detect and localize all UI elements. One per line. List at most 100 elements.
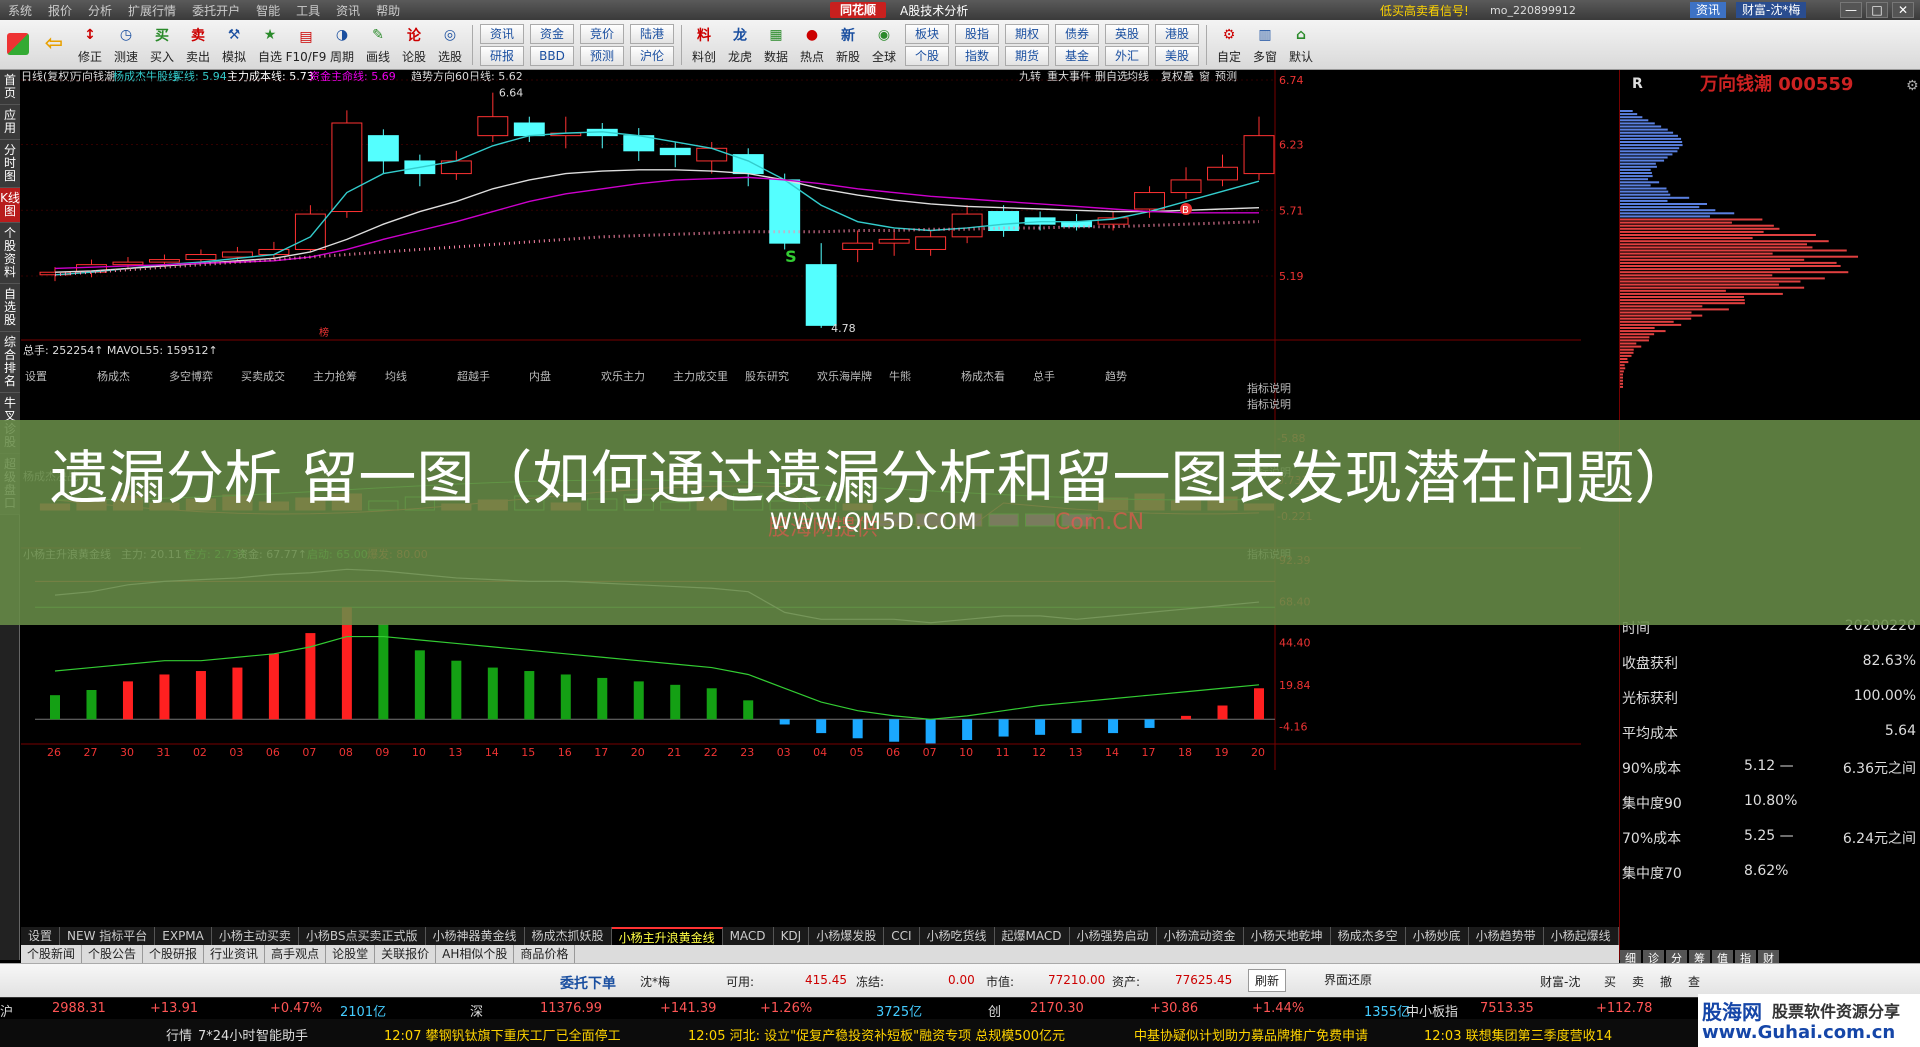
toolbar-small-button[interactable]: 个股 bbox=[905, 45, 949, 66]
menu-system[interactable]: 系统 bbox=[0, 2, 40, 19]
account-select[interactable]: 财富-沈*梅 bbox=[1736, 2, 1807, 18]
info-tab-8[interactable]: 商品价格 bbox=[514, 945, 576, 963]
left-tab-1[interactable]: 应用 bbox=[0, 105, 20, 140]
mid-tab-7[interactable]: 内盘 bbox=[529, 369, 551, 383]
toolbar-button-1[interactable]: ▥ 多窗 bbox=[1247, 22, 1283, 68]
toolbar-small-button[interactable]: 期货 bbox=[1005, 45, 1049, 66]
mid-tab-12[interactable]: 牛熊 bbox=[889, 369, 911, 383]
toolbar-small-button[interactable]: 指数 bbox=[955, 45, 999, 66]
menu-quote[interactable]: 报价 bbox=[40, 2, 80, 19]
left-tab-4[interactable]: 个股资料 bbox=[0, 223, 20, 284]
indicator-tab-3[interactable]: 小杨主动买卖 bbox=[212, 927, 299, 945]
toolbar-button-2[interactable]: ⌂ 默认 bbox=[1283, 22, 1319, 68]
toolbar-small-button[interactable]: 美股 bbox=[1155, 45, 1199, 66]
indicator-tab-11[interactable]: CCI bbox=[884, 927, 920, 945]
mid-tab-4[interactable]: 主力抢筹 bbox=[313, 369, 357, 383]
mid-tab-3[interactable]: 买卖成交 bbox=[241, 369, 285, 383]
toolbar-button-0[interactable]: ⚙ 自定 bbox=[1211, 22, 1247, 68]
chart-tool-button-2[interactable]: 删自选 bbox=[1095, 70, 1128, 83]
info-tab-4[interactable]: 高手观点 bbox=[265, 945, 327, 963]
mid-tab-10[interactable]: 股东研究 bbox=[745, 369, 789, 383]
chart-tool-button-1[interactable]: 重大事件 bbox=[1047, 69, 1091, 83]
toolbar-small-button[interactable]: 期权 bbox=[1005, 23, 1049, 44]
mid-tab-13[interactable]: 杨成杰看 bbox=[961, 369, 1005, 383]
indicator-tab-17[interactable]: 杨成杰多空 bbox=[1331, 927, 1406, 945]
toolbar-button-2[interactable]: 买买入 bbox=[144, 22, 180, 68]
indicator-tab-15[interactable]: 小杨流动资金 bbox=[1157, 927, 1244, 945]
toolbar-button-0[interactable]: ↕ 修正 bbox=[72, 22, 108, 68]
news-item[interactable]: 12:03 联想集团第三季度营收14 bbox=[1424, 1025, 1612, 1044]
toolbar-button-1[interactable]: 龙龙虎 bbox=[722, 22, 758, 68]
info-tab-7[interactable]: AH相似个股 bbox=[436, 945, 515, 963]
menu-trade[interactable]: 委托开户 bbox=[184, 2, 248, 19]
mid-tab-5[interactable]: 均线 bbox=[385, 369, 407, 383]
indicator-tab-10[interactable]: 小杨爆发股 bbox=[809, 927, 885, 945]
chart-tool-button-7[interactable]: 预测 bbox=[1215, 70, 1237, 83]
toolbar-small-button[interactable]: 研报 bbox=[480, 45, 524, 66]
news-item[interactable]: 中基协疑似计划助力募品牌推广免费申请 bbox=[1134, 1025, 1368, 1044]
mid-tab-6[interactable]: 超越手 bbox=[457, 369, 490, 383]
query-button[interactable]: 查 bbox=[1688, 973, 1700, 990]
toolbar-button-2[interactable]: ▦ 数据 bbox=[758, 22, 794, 68]
menu-tools[interactable]: 工具 bbox=[288, 2, 328, 19]
chart-tool-button-0[interactable]: 九转 bbox=[1019, 69, 1041, 83]
menu-ext[interactable]: 扩展行情 bbox=[120, 2, 184, 19]
username[interactable]: mo_220899912 bbox=[1490, 4, 1576, 17]
toolbar-small-button[interactable]: 陆港 bbox=[630, 23, 674, 44]
toolbar-small-button[interactable]: 外汇 bbox=[1105, 45, 1149, 66]
indicator-tab-18[interactable]: 小杨妙底 bbox=[1406, 927, 1469, 945]
mid-tab-14[interactable]: 总手 bbox=[1033, 369, 1055, 383]
news-item[interactable]: 12:07 攀钢钒钛旗下重庆工厂已全面停工 bbox=[384, 1025, 621, 1044]
left-tab-5[interactable]: 自选股 bbox=[0, 284, 20, 332]
indicator-tab-6[interactable]: 杨成杰抓妖股 bbox=[525, 927, 612, 945]
toolbar-small-button[interactable]: 沪伦 bbox=[630, 45, 674, 66]
menu-news[interactable]: 资讯 bbox=[328, 2, 368, 19]
info-tab-2[interactable]: 个股研报 bbox=[143, 945, 205, 963]
news-tab-assistant[interactable]: 智能助手 bbox=[256, 1025, 308, 1044]
chart-tool-button-5[interactable]: 叠 bbox=[1183, 70, 1194, 83]
toolbar-small-button[interactable]: 资讯 bbox=[480, 23, 524, 44]
close-button[interactable]: ✕ bbox=[1892, 2, 1914, 18]
menu-help[interactable]: 帮助 bbox=[368, 2, 408, 19]
toolbar-button-7[interactable]: ◑ 周期 bbox=[324, 22, 360, 68]
layout-button[interactable] bbox=[0, 22, 36, 68]
info-tab-0[interactable]: 个股新闻 bbox=[21, 945, 83, 963]
left-tab-2[interactable]: 分时图 bbox=[0, 140, 20, 188]
toolbar-button-4[interactable]: 新新股 bbox=[830, 22, 866, 68]
left-tab-6[interactable]: 综合排名 bbox=[0, 332, 20, 393]
toolbar-button-8[interactable]: ✎ 画线 bbox=[360, 22, 396, 68]
ad-link[interactable]: 低买高卖看信号! bbox=[1380, 2, 1469, 19]
indicator-tab-14[interactable]: 小杨强势启动 bbox=[1070, 927, 1157, 945]
menu-smart[interactable]: 智能 bbox=[248, 2, 288, 19]
mid-tab-1[interactable]: 杨成杰 bbox=[97, 369, 130, 383]
mid-tab-2[interactable]: 多空博弈 bbox=[169, 369, 213, 383]
indicator-help-link[interactable]: 指标说明 bbox=[1247, 397, 1291, 411]
chart-tool-button-3[interactable]: 均线 bbox=[1127, 69, 1149, 83]
chart-tool-button-4[interactable]: 复权 bbox=[1161, 69, 1183, 83]
toolbar-button-6[interactable]: ▤ F10/F9 bbox=[286, 22, 327, 68]
indicator-tab-13[interactable]: 起爆MACD bbox=[995, 927, 1070, 945]
indicator-tab-4[interactable]: 小杨BS点买卖正式版 bbox=[299, 927, 426, 945]
toolbar-small-button[interactable]: 英股 bbox=[1105, 23, 1149, 44]
info-tab-1[interactable]: 个股公告 bbox=[82, 945, 144, 963]
toolbar-small-button[interactable]: 基金 bbox=[1055, 45, 1099, 66]
order-title[interactable]: 委托下单 bbox=[560, 973, 616, 993]
indicator-tab-0[interactable]: 设置 bbox=[21, 927, 61, 945]
toolbar-button-3[interactable]: ● 热点 bbox=[794, 22, 830, 68]
mid-tab-0[interactable]: 设置 bbox=[25, 370, 47, 383]
toolbar-small-button[interactable]: 预测 bbox=[580, 45, 624, 66]
toolbar-button-5[interactable]: ★ 自选 bbox=[252, 22, 288, 68]
indicator-tab-5[interactable]: 小杨神器黄金线 bbox=[426, 927, 525, 945]
toolbar-small-button[interactable]: 债券 bbox=[1055, 23, 1099, 44]
toolbar-button-10[interactable]: ◎ 选股 bbox=[432, 22, 468, 68]
info-tab-5[interactable]: 论股堂 bbox=[326, 945, 376, 963]
toolbar-button-4[interactable]: ⚒ 模拟 bbox=[216, 22, 252, 68]
menu-analysis[interactable]: 分析 bbox=[80, 2, 120, 19]
restore-button[interactable]: 界面还原 bbox=[1318, 969, 1378, 990]
toolbar-button-3[interactable]: 卖卖出 bbox=[180, 22, 216, 68]
news-tab-quote[interactable]: 行情 bbox=[166, 1025, 192, 1044]
maximize-button[interactable]: □ bbox=[1866, 2, 1888, 18]
news-button[interactable]: 资讯 bbox=[1690, 2, 1727, 18]
news-item[interactable]: 12:05 河北: 设立"促复产稳投资补短板"融资专项 总规模500亿元 bbox=[688, 1025, 1065, 1044]
info-tab-3[interactable]: 行业资讯 bbox=[204, 945, 266, 963]
